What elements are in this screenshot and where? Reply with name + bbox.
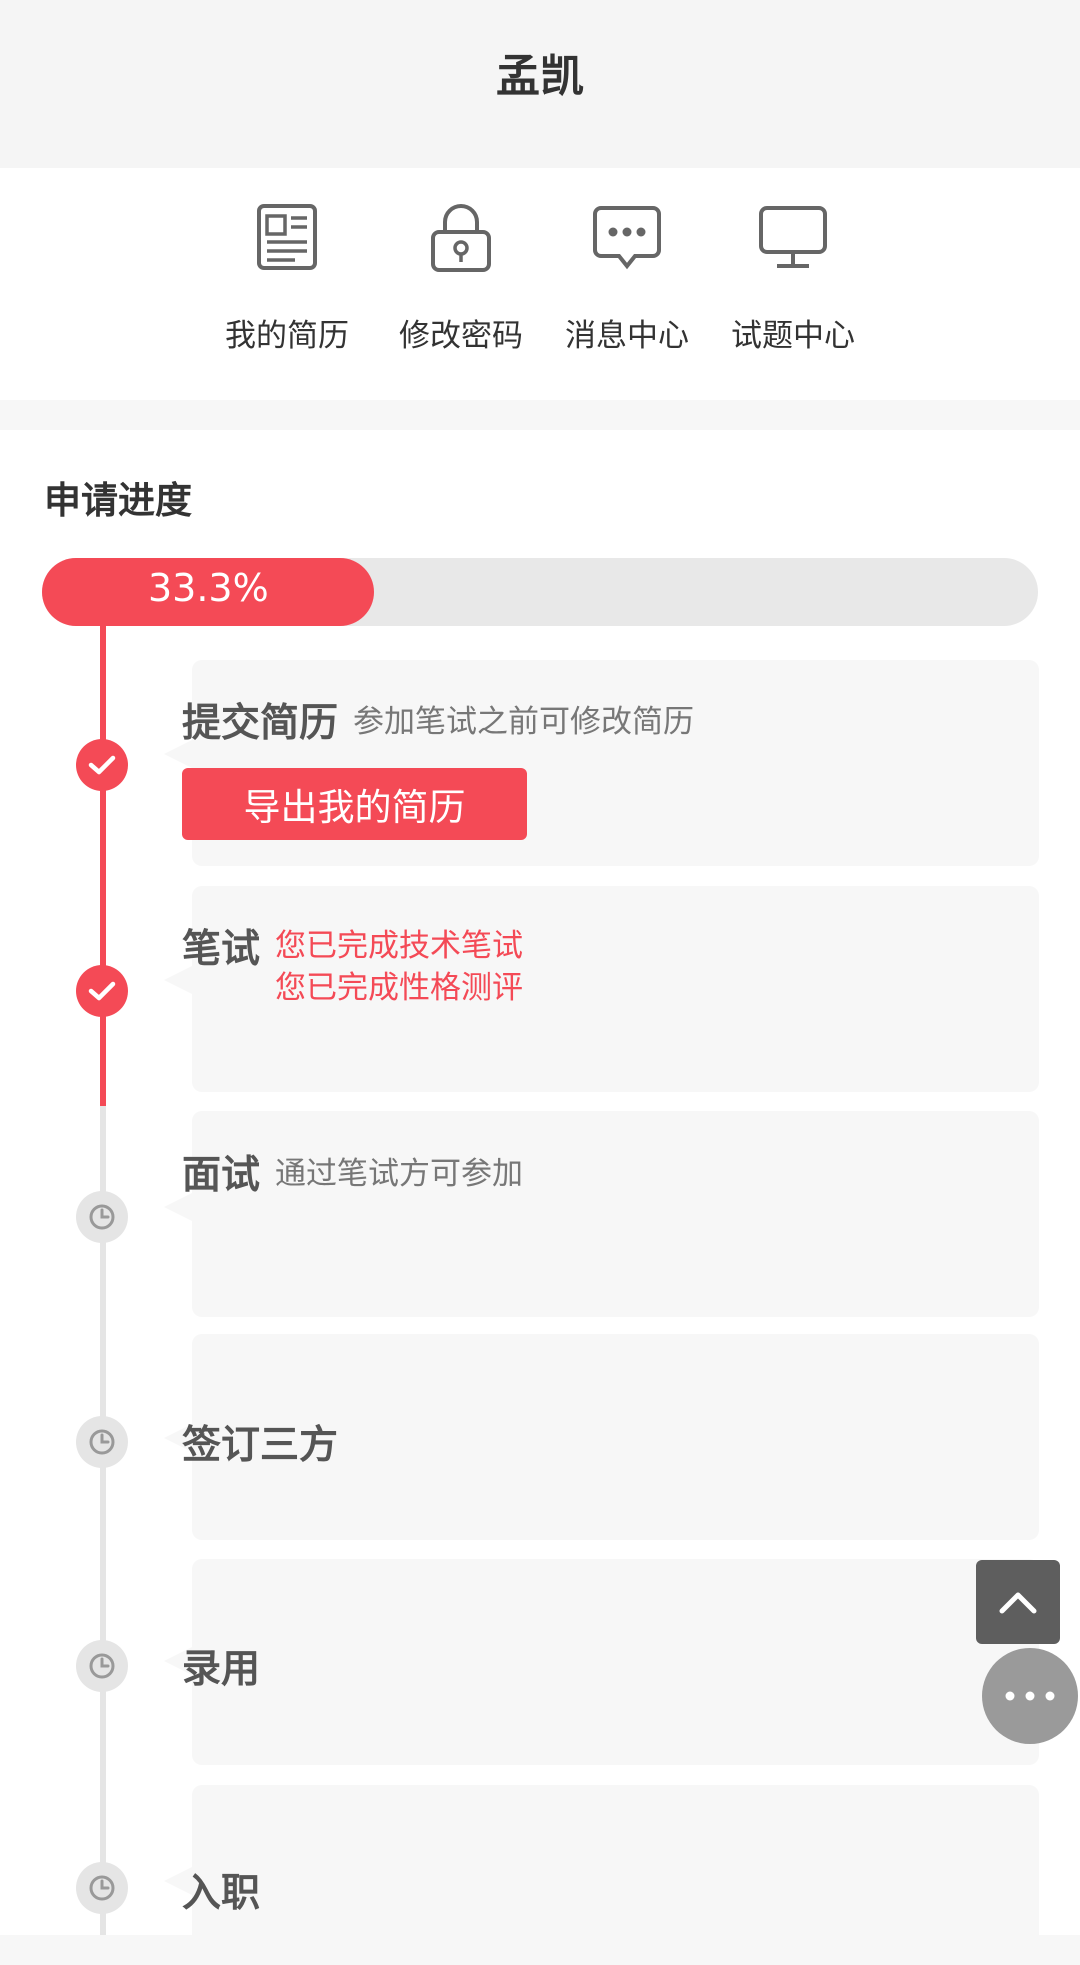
quick-menu: 我的简历 修改密码 消息中心 试题中心 [0,168,1080,400]
lock-icon [431,204,491,272]
step-note: 您已完成技术笔试 [275,928,523,964]
menu-item-label: 试题中心 [731,318,855,354]
menu-item-change-password[interactable]: 修改密码 [381,168,541,400]
progress-bar-fill: 33.3% [42,558,374,626]
progress-bar: 33.3% [42,558,1038,626]
menu-item-question-center[interactable]: 试题中心 [713,168,873,400]
page-title: 孟凯 [496,51,584,102]
chevron-up-icon [999,1592,1037,1614]
clock-icon [89,1875,115,1901]
menu-item-message-center[interactable]: 消息中心 [547,168,707,400]
step-title: 入职 [182,1871,261,1916]
clock-icon [89,1429,115,1455]
resume-icon [257,204,317,270]
step-description: 通过笔试方可参加 [275,1156,523,1192]
step-title: 录用 [182,1647,261,1692]
menu-item-label: 修改密码 [399,318,523,354]
check-icon [88,981,116,1001]
more-dots-icon [1005,1691,1055,1701]
step-title: 提交简历 [182,701,339,746]
step-node-done [76,739,128,791]
monitor-icon [759,206,827,268]
step-title: 笔试 [182,927,261,972]
export-resume-button[interactable]: 导出我的简历 [182,768,527,840]
clock-icon [89,1204,115,1230]
progress-percent: 33.3% [148,566,269,610]
step-node-pending [76,1416,128,1468]
section-title: 申请进度 [44,479,192,522]
step-description: 参加笔试之前可修改简历 [353,704,694,740]
timeline-line-completed [100,558,106,1106]
menu-item-label: 我的简历 [225,318,349,354]
message-icon [593,206,661,270]
step-card-interview [164,1111,1039,1317]
step-node-pending [76,1862,128,1914]
menu-item-label: 消息中心 [565,318,689,354]
more-options-button[interactable] [982,1648,1078,1744]
application-progress-panel: 申请进度 33.3% 提交简历 参加笔试之前可修改简历 导出我的简历 笔试 您已… [0,430,1080,1965]
scroll-to-top-button[interactable] [976,1560,1060,1644]
step-title: 签订三方 [182,1423,339,1468]
step-node-pending [76,1640,128,1692]
check-icon [88,755,116,775]
step-node-done [76,965,128,1017]
step-card-offer [164,1559,1039,1765]
page-header: 孟凯 [0,0,1080,168]
clock-icon [89,1653,115,1679]
step-card-onboarding [164,1785,1039,1965]
step-title: 面试 [182,1153,261,1198]
step-note: 您已完成性格测评 [275,970,523,1006]
step-node-pending [76,1191,128,1243]
menu-item-resume[interactable]: 我的简历 [207,168,367,400]
